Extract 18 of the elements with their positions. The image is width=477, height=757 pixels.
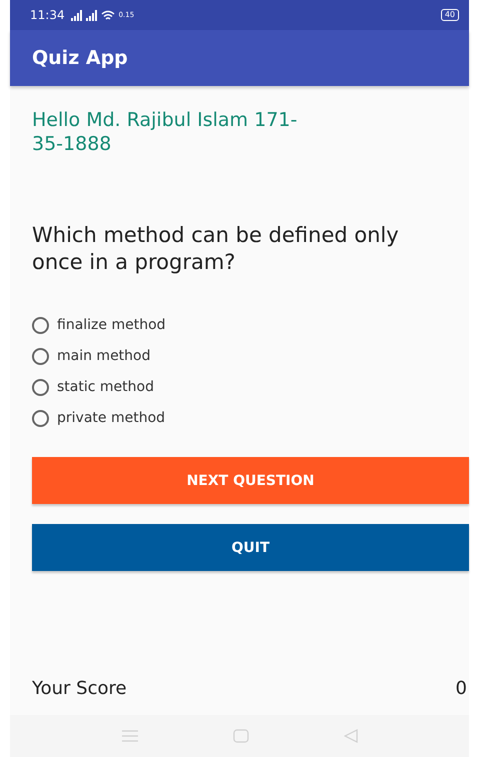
score-value: 0 [456, 678, 467, 699]
clock-time: 11:34 [30, 8, 65, 22]
home-icon [232, 729, 248, 743]
quit-button[interactable]: QUIT [32, 524, 469, 571]
battery-icon: 40 [440, 9, 459, 21]
greeting-text: Hello Md. Rajibul Islam 171-35-1888 [32, 108, 298, 156]
signal-icon [86, 10, 97, 20]
question-text: Which method can be defined only once in a program? [32, 222, 400, 276]
radio-option[interactable]: private method [32, 406, 469, 430]
radio-option[interactable]: static method [32, 375, 469, 399]
score-label: Your Score [32, 678, 127, 699]
app-title: Quiz App [32, 47, 128, 69]
wifi-icon [100, 10, 115, 20]
radio-option[interactable]: finalize method [32, 313, 469, 337]
signal-icon [70, 10, 82, 20]
back-icon [344, 729, 358, 743]
menu-icon [122, 730, 138, 742]
radio-option[interactable]: main method [32, 344, 469, 368]
